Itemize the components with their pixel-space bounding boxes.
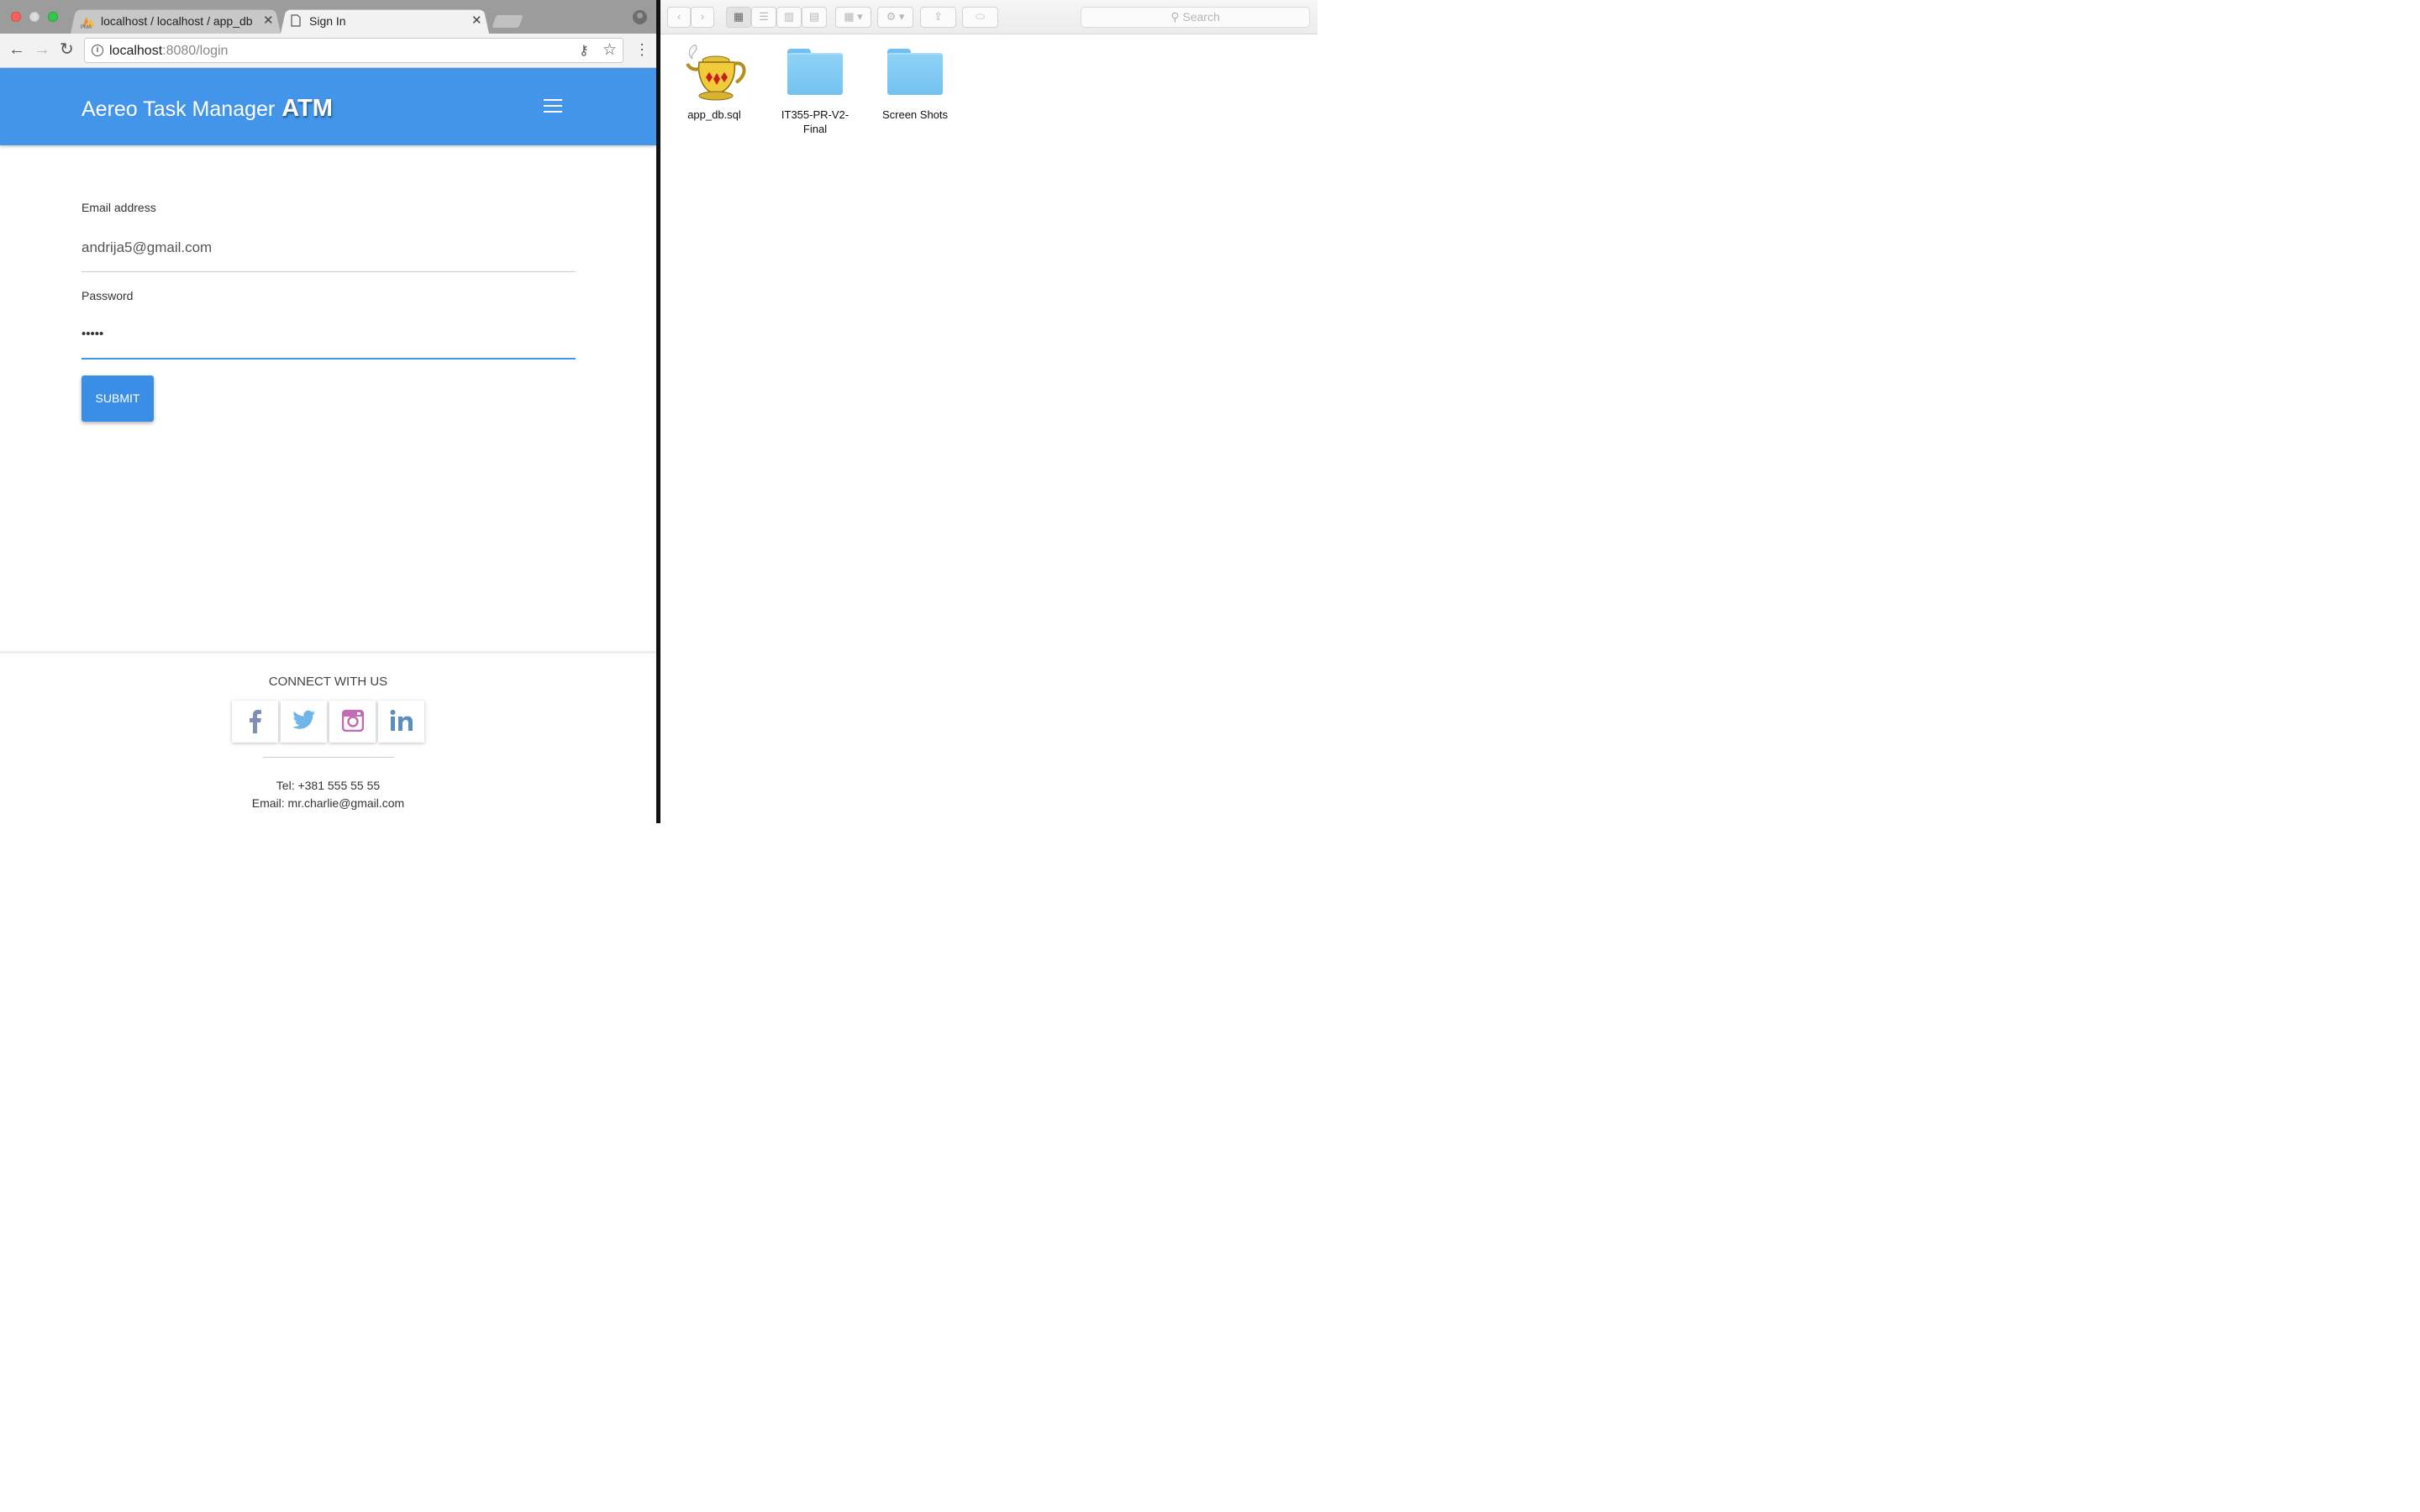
address-bar[interactable]: i localhost:8080/login ⚷ ☆ <box>84 38 623 63</box>
folder-name: Screen Shots <box>881 108 949 121</box>
phpmyadmin-icon: PMA <box>81 17 94 29</box>
password-field[interactable]: ••••• <box>82 327 103 341</box>
reload-icon[interactable]: ↻ <box>60 41 74 58</box>
tag-icon[interactable]: ⬭ <box>962 7 998 28</box>
footer-email: Email: mr.charlie@gmail.com <box>251 796 405 810</box>
tab-sign-in[interactable]: Sign In ✕ <box>281 8 489 34</box>
finder-toolbar: ‹ › ▦ ☰ ▥ ▤ ▦ ▾ ⚙ ▾ ⇪ ⬭ ⚲ Search <box>660 0 1318 34</box>
close-tab-icon[interactable]: ✕ <box>263 13 274 28</box>
column-view-icon[interactable]: ▥ <box>776 7 802 28</box>
instagram-icon[interactable] <box>329 701 376 743</box>
menu-icon[interactable]: ⋮ <box>634 42 650 57</box>
url-text: localhost:8080/login <box>109 44 229 58</box>
footer-separator <box>263 757 394 758</box>
search-icon: ⚲ <box>1171 10 1180 24</box>
close-tab-icon[interactable]: ✕ <box>471 13 482 28</box>
search-placeholder: Search <box>1182 10 1220 24</box>
folder-icon <box>887 49 943 95</box>
back-icon[interactable]: ‹ <box>667 7 691 28</box>
forward-icon[interactable]: → <box>34 41 50 58</box>
hamburger-menu-icon[interactable] <box>544 99 562 113</box>
password-label: Password <box>82 289 134 302</box>
footer-tel: Tel: +381 555 55 55 <box>276 779 381 792</box>
email-label: Email address <box>82 201 156 214</box>
folder-icon <box>787 49 843 95</box>
search-input[interactable]: ⚲ Search <box>1081 7 1310 28</box>
finder-window: ‹ › ▦ ☰ ▥ ▤ ▦ ▾ ⚙ ▾ ⇪ ⬭ ⚲ Search app_db.… <box>660 0 1318 823</box>
back-icon[interactable]: ← <box>8 41 25 58</box>
svg-text:PMA: PMA <box>81 25 92 29</box>
gear-icon[interactable]: ⚙ ▾ <box>877 7 913 28</box>
submit-button[interactable]: SUBMIT <box>82 375 154 422</box>
file-name: app_db.sql <box>687 108 741 121</box>
info-icon[interactable]: i <box>92 45 103 56</box>
share-icon[interactable]: ⇪ <box>920 7 956 28</box>
icon-view-icon[interactable]: ▦ <box>726 7 751 28</box>
tab-strip: PMA localhost / localhost / app_db | ✕ S… <box>0 0 656 34</box>
list-view-icon[interactable]: ☰ <box>751 7 776 28</box>
folder-name: IT355-PR-V2- Final <box>781 108 850 135</box>
arrange-icon[interactable]: ▦ ▾ <box>835 7 871 28</box>
genie-lamp-file-icon <box>686 45 746 101</box>
profile-icon[interactable] <box>633 10 647 24</box>
footer-divider <box>0 651 656 654</box>
close-window-button[interactable] <box>11 12 21 22</box>
email-field[interactable]: andrija5@gmail.com <box>82 239 212 256</box>
brand-name: Aereo Task Manager <box>82 97 276 121</box>
connect-heading: CONNECT WITH US <box>268 675 388 689</box>
gallery-view-icon[interactable]: ▤ <box>802 7 827 28</box>
facebook-icon[interactable] <box>232 701 278 743</box>
tab-title: Sign In <box>309 14 346 28</box>
browser-toolbar: ← → ↻ i localhost:8080/login ⚷ ☆ ⋮ <box>0 34 656 68</box>
new-tab-button[interactable] <box>492 15 523 28</box>
brand-short: ATM <box>281 95 333 122</box>
minimize-window-button[interactable] <box>29 12 39 22</box>
brand[interactable]: Aereo Task Manager ATM <box>82 95 333 123</box>
app-header: Aereo Task Manager ATM <box>0 68 656 145</box>
password-underline <box>82 358 576 360</box>
key-icon[interactable]: ⚷ <box>579 42 589 59</box>
browser-window: PMA localhost / localhost / app_db | ✕ S… <box>0 0 656 823</box>
bookmark-star-icon[interactable]: ☆ <box>602 40 617 60</box>
tab-title: localhost / localhost / app_db | <box>101 14 252 28</box>
zoom-window-button[interactable] <box>48 12 58 22</box>
tab-phpmyadmin[interactable]: PMA localhost / localhost / app_db | ✕ <box>71 8 281 34</box>
linkedin-icon[interactable] <box>378 701 424 743</box>
twitter-icon[interactable] <box>281 701 327 743</box>
forward-icon[interactable]: › <box>691 7 714 28</box>
page-icon <box>291 14 301 27</box>
email-underline <box>82 271 576 272</box>
